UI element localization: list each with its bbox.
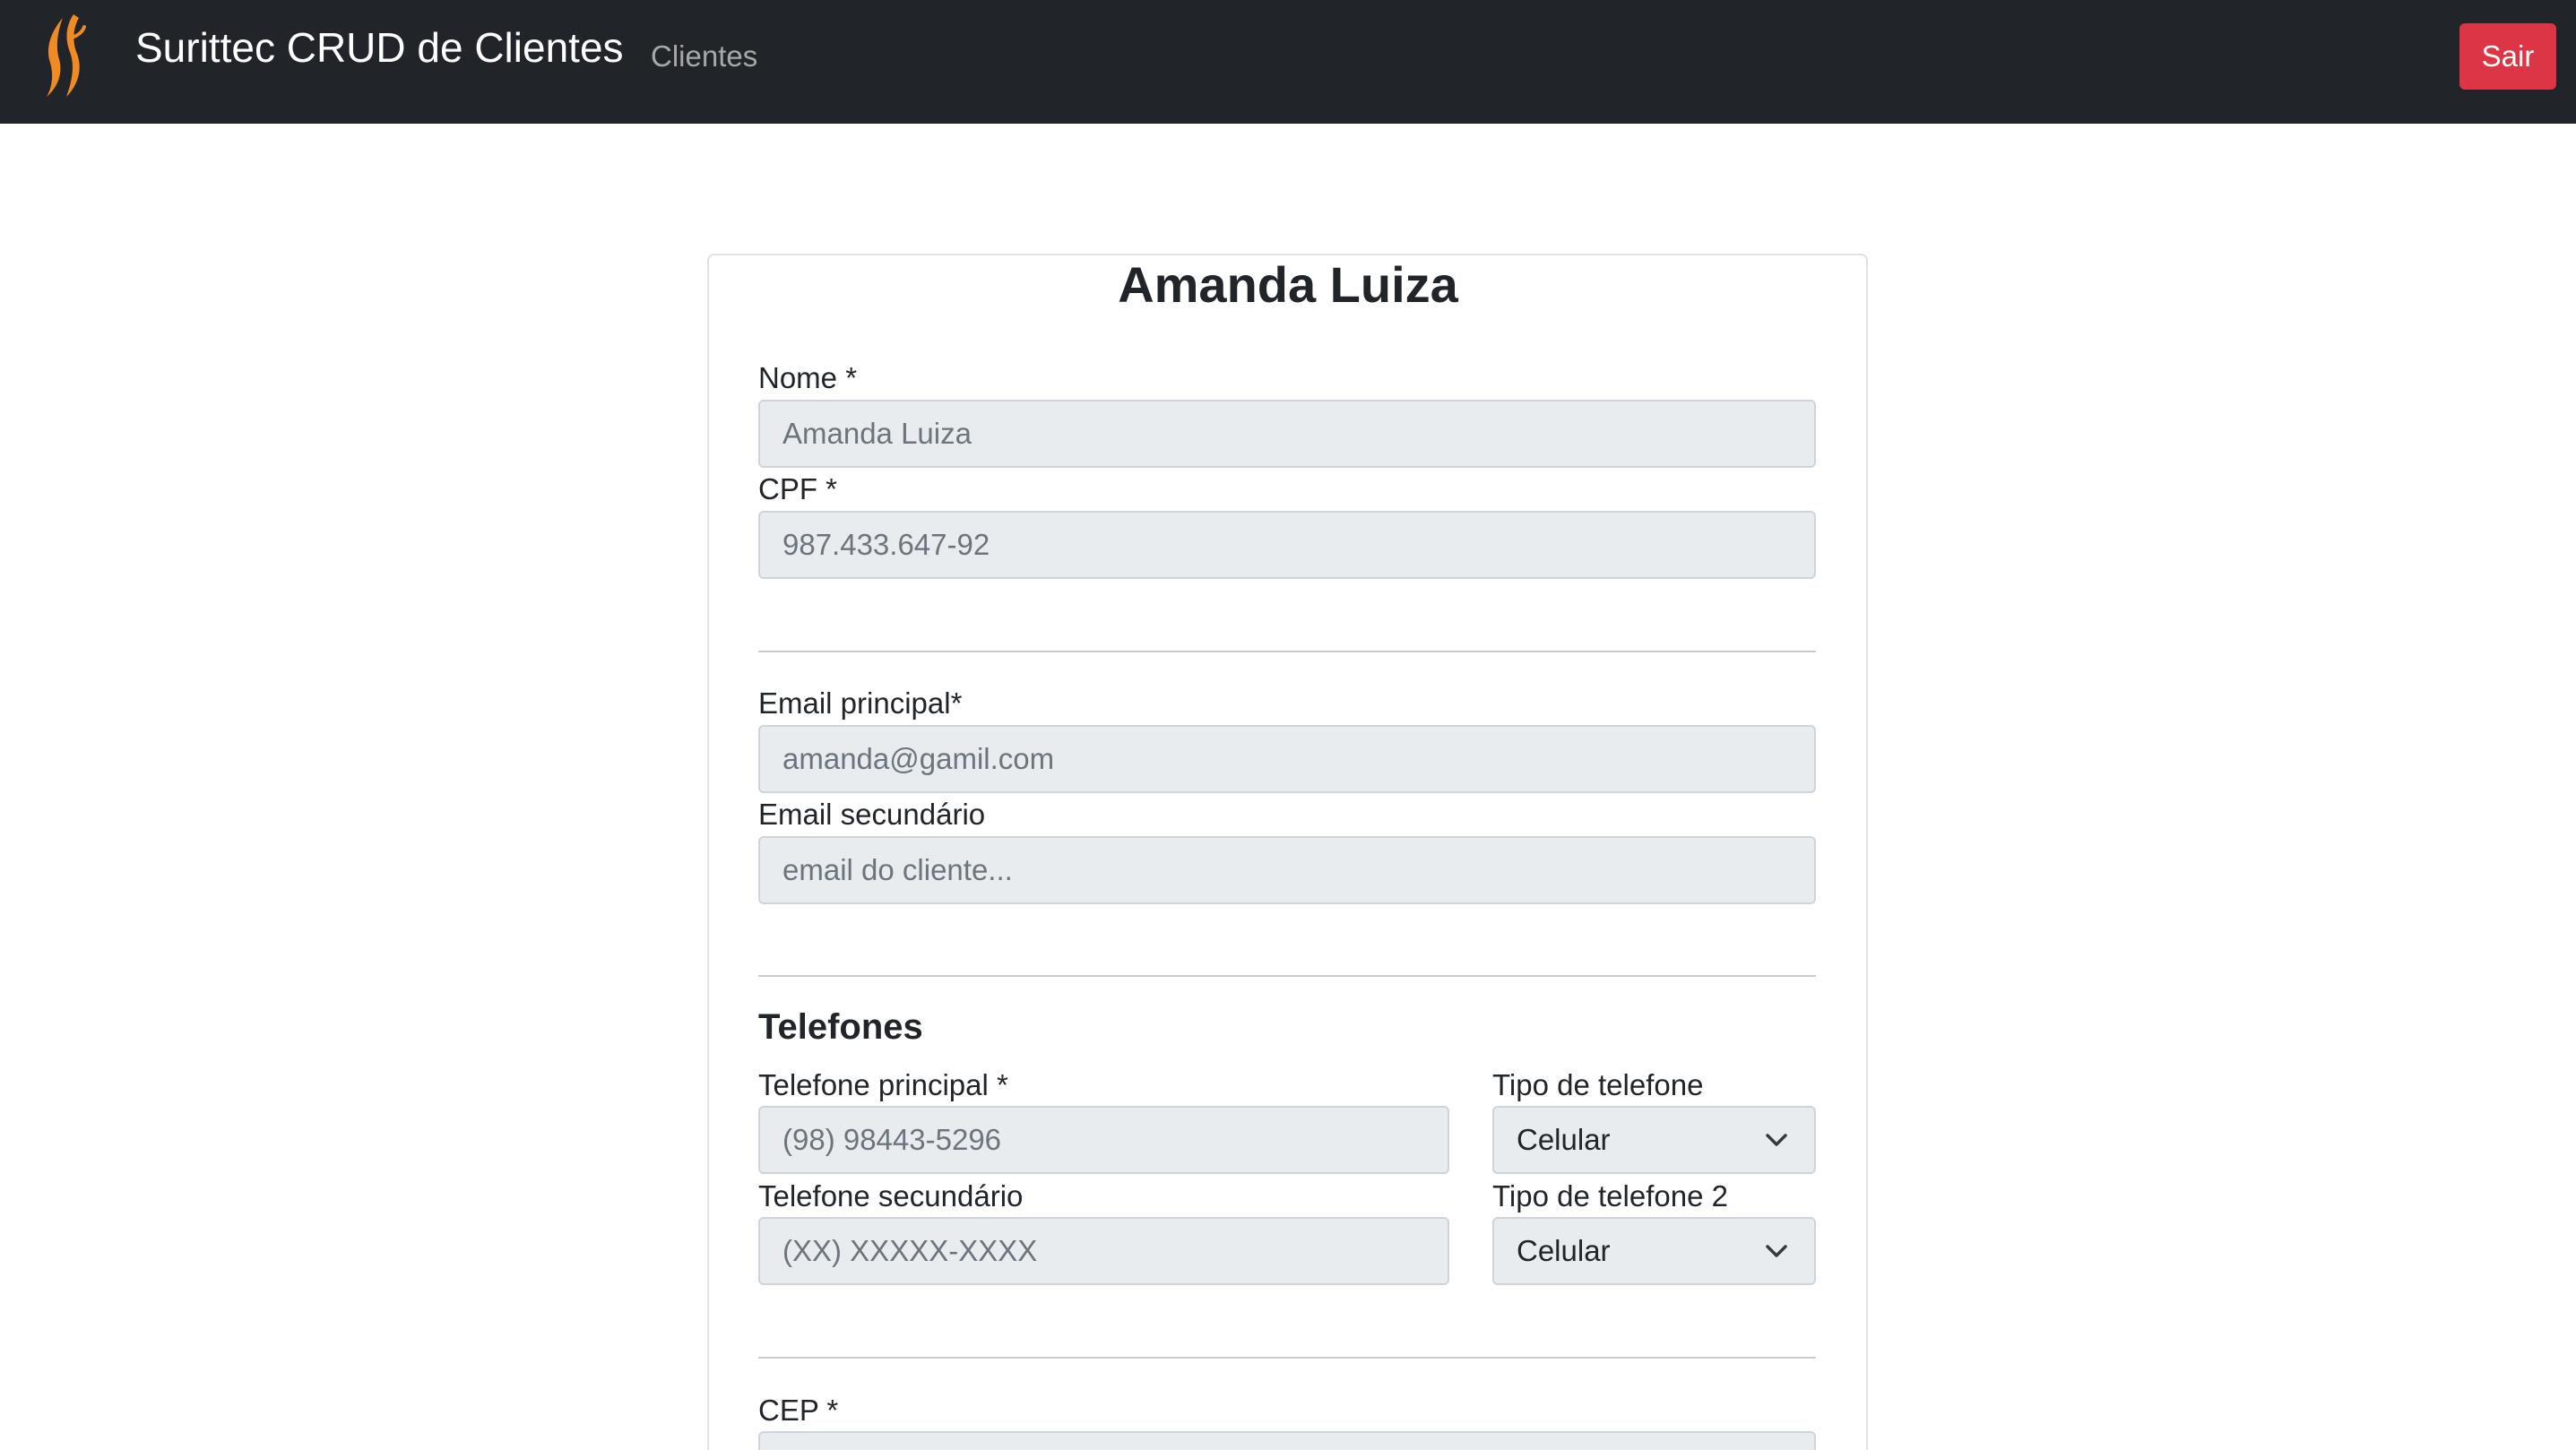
top-navbar: Surittec CRUD de Clientes Clientes Sair <box>0 0 2576 124</box>
tipo-telefone-2-label: Tipo de telefone 2 <box>1492 1179 1728 1213</box>
email-principal-field[interactable] <box>758 725 1816 793</box>
cep-label: CEP * <box>758 1394 839 1427</box>
email-principal-label: Email principal* <box>758 686 963 720</box>
chevron-down-icon <box>1766 1245 1787 1257</box>
page-title: Amanda Luiza <box>1118 256 1458 313</box>
section-divider <box>758 1357 1816 1359</box>
nome-label: Nome * <box>758 361 858 394</box>
tipo-telefone-value: Celular <box>1517 1123 1611 1156</box>
tipo-telefone-2-select[interactable]: Celular <box>1492 1217 1816 1285</box>
cep-field[interactable] <box>758 1431 1816 1450</box>
cpf-label: CPF * <box>758 472 838 505</box>
telefones-heading: Telefones <box>758 1007 923 1047</box>
tipo-telefone-select[interactable]: Celular <box>1492 1106 1816 1174</box>
section-divider <box>758 975 1816 977</box>
email-secundario-label: Email secundário <box>758 798 986 831</box>
section-divider <box>758 651 1816 652</box>
telefone-principal-field[interactable] <box>758 1106 1449 1174</box>
tipo-telefone-2-value: Celular <box>1517 1234 1611 1267</box>
app-brand[interactable]: Surittec CRUD de Clientes <box>135 23 624 72</box>
telefone-secundario-field[interactable] <box>758 1217 1449 1285</box>
telefone-principal-label: Telefone principal * <box>758 1068 1008 1101</box>
nav-link-clientes[interactable]: Clientes <box>651 39 757 73</box>
nome-field[interactable] <box>758 400 1816 468</box>
cpf-field[interactable] <box>758 511 1816 579</box>
email-secundario-field[interactable] <box>758 836 1816 904</box>
chevron-down-icon <box>1766 1134 1787 1146</box>
telefone-secundario-label: Telefone secundário <box>758 1179 1024 1213</box>
tipo-telefone-label: Tipo de telefone <box>1492 1068 1704 1101</box>
flame-logo-icon[interactable] <box>36 11 91 100</box>
logout-button[interactable]: Sair <box>2459 23 2556 90</box>
